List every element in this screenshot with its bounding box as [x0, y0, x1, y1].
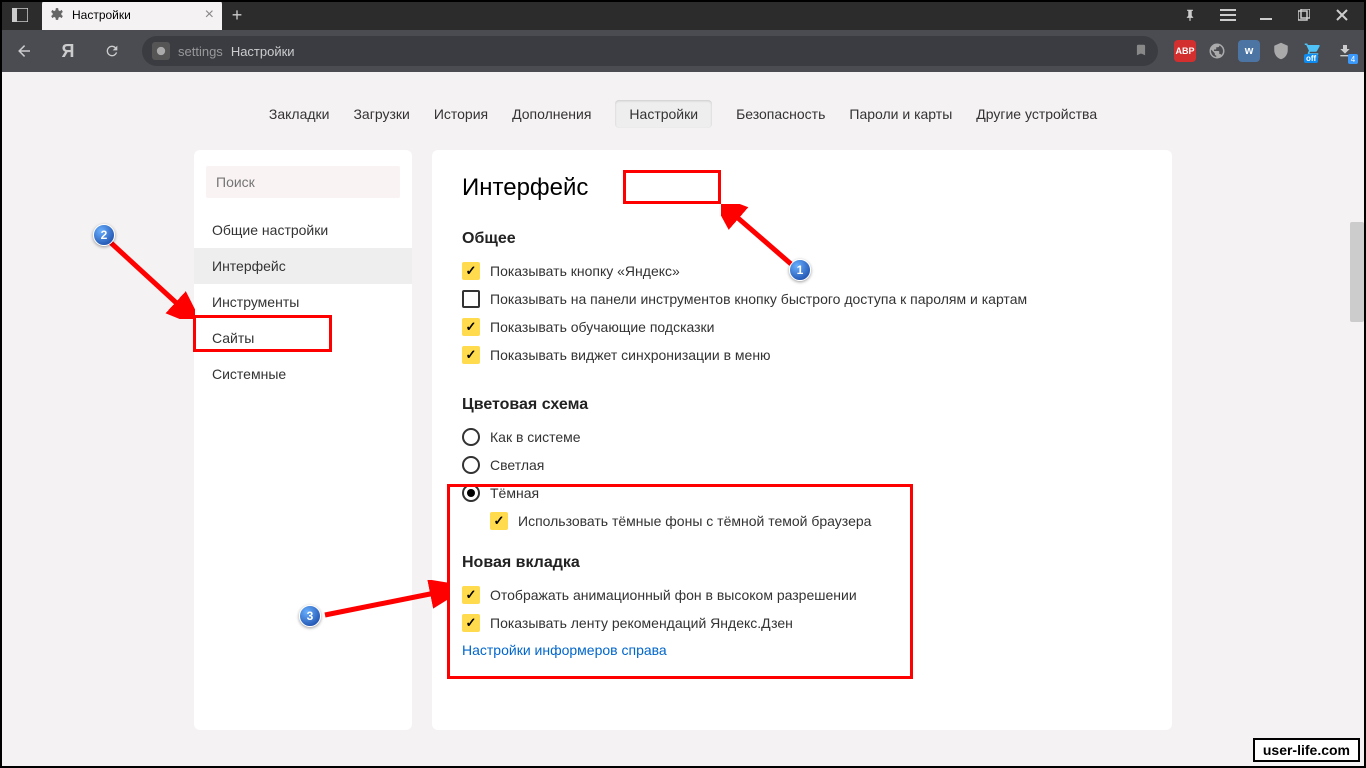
tab-downloads[interactable]: Загрузки	[353, 106, 409, 122]
checkbox-sync-widget[interactable]	[462, 346, 480, 364]
tab-security[interactable]: Безопасность	[736, 106, 825, 122]
option-label: Показывать на панели инструментов кнопку…	[490, 291, 1027, 307]
search-input[interactable]	[206, 166, 400, 198]
annotation-marker-2: 2	[93, 224, 115, 246]
option-label: Показывать обучающие подсказки	[490, 319, 715, 335]
checkbox-anim-bg[interactable]	[462, 586, 480, 604]
sidebar-item-general[interactable]: Общие настройки	[194, 212, 412, 248]
option-label: Как в системе	[490, 429, 581, 445]
tab-bookmarks[interactable]: Закладки	[269, 106, 330, 122]
watermark: user-life.com	[1253, 738, 1360, 762]
download-button[interactable]: 4	[1334, 40, 1356, 62]
settings-top-tabs: Закладки Загрузки История Дополнения Нас…	[0, 72, 1366, 150]
checkbox-passwords-button[interactable]	[462, 290, 480, 308]
vk-icon[interactable]: w	[1238, 40, 1260, 62]
option-label: Использовать тёмные фоны с тёмной темой …	[518, 513, 871, 529]
annotation-marker-3: 3	[299, 605, 321, 627]
radio-dark[interactable]	[462, 484, 480, 502]
option-label: Показывать виджет синхронизации в меню	[490, 347, 771, 363]
pin-icon[interactable]	[1178, 3, 1202, 27]
tab-history[interactable]: История	[434, 106, 488, 122]
browser-navbar: Я settings Настройки ABP w off 4	[0, 30, 1366, 72]
adblock-icon[interactable]: ABP	[1174, 40, 1196, 62]
site-icon	[152, 42, 170, 60]
checkbox-zen[interactable]	[462, 614, 480, 632]
cart-icon[interactable]: off	[1302, 40, 1324, 62]
address-prefix: settings	[178, 44, 223, 59]
reload-button[interactable]	[98, 37, 126, 65]
sidebar-item-interface[interactable]: Интерфейс	[194, 248, 412, 284]
sidebar-toggle-icon[interactable]	[0, 0, 40, 30]
scrollbar[interactable]	[1350, 222, 1364, 322]
sidebar-item-tools[interactable]: Инструменты	[194, 284, 412, 320]
checkbox-dark-backgrounds[interactable]	[490, 512, 508, 530]
browser-tab[interactable]: Настройки ×	[42, 0, 222, 30]
settings-sidebar: Общие настройки Интерфейс Инструменты Са…	[194, 150, 412, 730]
gear-icon	[50, 7, 64, 24]
maximize-button[interactable]	[1292, 3, 1316, 27]
option-label: Показывать ленту рекомендаций Яндекс.Дзе…	[490, 615, 793, 631]
yandex-home-button[interactable]: Я	[54, 37, 82, 65]
address-text: Настройки	[231, 44, 295, 59]
tab-devices[interactable]: Другие устройства	[976, 106, 1097, 122]
checkbox-yandex-button[interactable]	[462, 262, 480, 280]
radio-system[interactable]	[462, 428, 480, 446]
settings-main-panel: Интерфейс Общее Показывать кнопку «Яндек…	[432, 150, 1172, 730]
close-icon[interactable]: ×	[205, 6, 214, 24]
checkbox-hints[interactable]	[462, 318, 480, 336]
minimize-button[interactable]	[1254, 3, 1278, 27]
tab-title: Настройки	[72, 8, 131, 22]
tab-extensions[interactable]: Дополнения	[512, 106, 591, 122]
tab-passwords[interactable]: Пароли и карты	[849, 106, 952, 122]
option-label: Отображать анимационный фон в высоком ра…	[490, 587, 857, 603]
window-titlebar: Настройки × +	[0, 0, 1366, 30]
close-button[interactable]	[1330, 3, 1354, 27]
tab-settings[interactable]: Настройки	[615, 100, 712, 128]
back-button[interactable]	[10, 37, 38, 65]
address-bar[interactable]: settings Настройки	[142, 36, 1158, 66]
informers-link[interactable]: Настройки информеров справа	[462, 642, 1142, 658]
section-newtab-title: Новая вкладка	[462, 554, 1142, 572]
option-label: Показывать кнопку «Яндекс»	[490, 263, 680, 279]
option-label: Светлая	[490, 457, 544, 473]
sidebar-item-sites[interactable]: Сайты	[194, 320, 412, 356]
bookmark-icon[interactable]	[1134, 43, 1148, 60]
globe-icon[interactable]	[1206, 40, 1228, 62]
section-general-title: Общее	[462, 230, 1142, 248]
page-title: Интерфейс	[462, 174, 1142, 202]
radio-light[interactable]	[462, 456, 480, 474]
section-color-title: Цветовая схема	[462, 396, 1142, 414]
new-tab-button[interactable]: +	[222, 0, 252, 30]
menu-icon[interactable]	[1216, 3, 1240, 27]
annotation-marker-1: 1	[789, 259, 811, 281]
option-label: Тёмная	[490, 485, 539, 501]
sidebar-item-system[interactable]: Системные	[194, 356, 412, 392]
shield-icon[interactable]	[1270, 40, 1292, 62]
